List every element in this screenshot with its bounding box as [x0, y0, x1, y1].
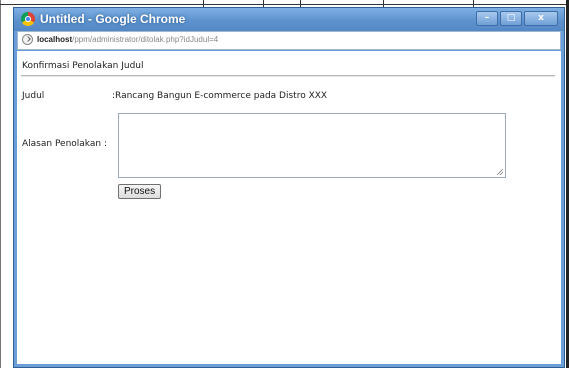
url-host: localhost — [37, 35, 73, 44]
url-path: /ppm/administrator/ditolak.php?idJudul=4 — [72, 35, 219, 44]
url-text[interactable]: localhost/ppm/administrator/ditolak.php?… — [37, 35, 218, 44]
page-content: Konfirmasi Penolakan Judul Judul :Rancan… — [17, 51, 561, 364]
judul-value: :Rancang Bangun E-commerce pada Distro X… — [112, 91, 328, 101]
background-edge-left — [0, 0, 1, 368]
chrome-logo-icon — [21, 12, 35, 26]
proses-button[interactable]: Proses — [118, 184, 162, 199]
window-title: Untitled - Google Chrome — [40, 12, 186, 26]
close-button[interactable]: x — [524, 11, 558, 26]
window-controls: – □ x — [476, 11, 558, 26]
page-title: Konfirmasi Penolakan Judul — [22, 61, 144, 71]
background-edge-right — [566, 0, 569, 368]
window-titlebar[interactable]: Untitled - Google Chrome – □ x — [14, 8, 564, 31]
background-rule — [0, 4, 566, 5]
address-bar[interactable]: localhost/ppm/administrator/ditolak.php?… — [17, 31, 561, 50]
judul-label: Judul — [22, 91, 45, 101]
alasan-label: Alasan Penolakan : — [22, 139, 107, 149]
resize-grip-icon[interactable] — [497, 169, 503, 175]
minimize-button[interactable]: – — [476, 11, 498, 26]
maximize-button[interactable]: □ — [500, 11, 522, 26]
heading-divider — [21, 75, 555, 77]
alasan-textarea[interactable] — [118, 113, 506, 178]
chrome-popup-window: Untitled - Google Chrome – □ x localhost… — [13, 7, 565, 368]
page-info-icon[interactable] — [22, 34, 33, 45]
